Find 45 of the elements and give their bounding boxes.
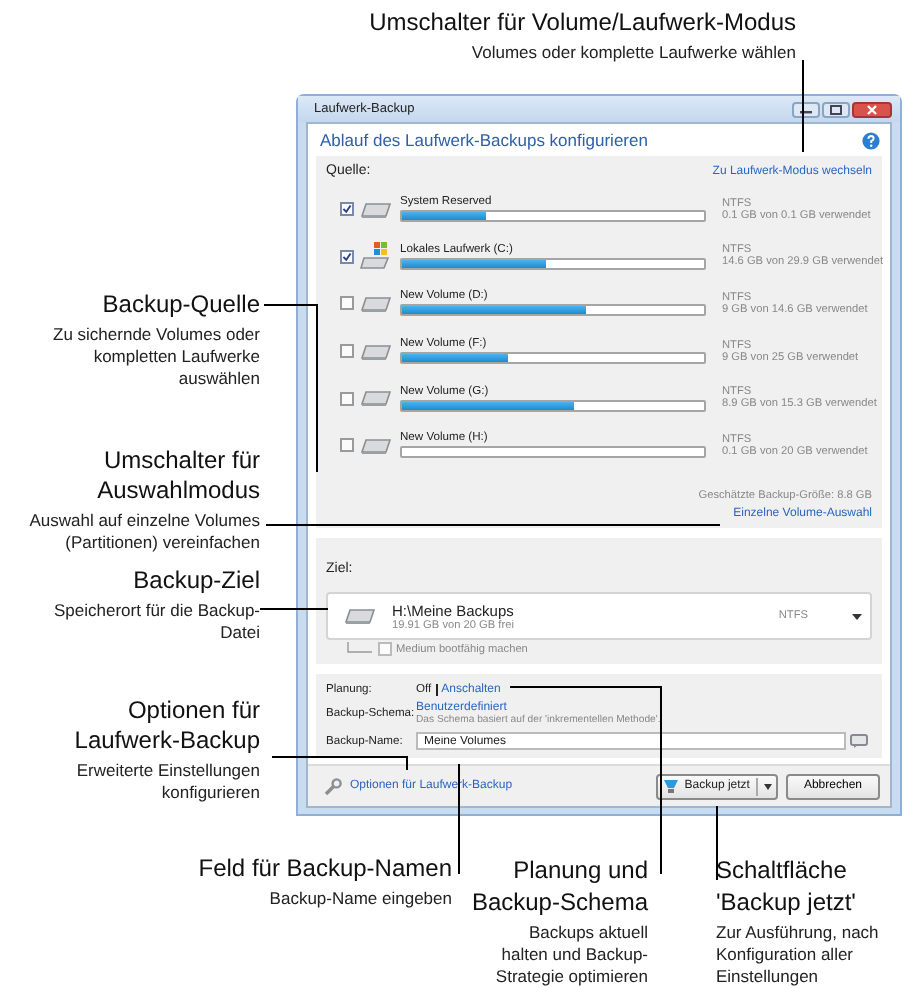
- caret-icon[interactable]: [763, 783, 772, 789]
- drive-icon: [360, 341, 392, 362]
- volume-checkbox[interactable]: [340, 249, 354, 264]
- drive-icon: [360, 199, 392, 220]
- callout-description: Zu sichernde Volumes oder kompletten Laufwerke auswählen: [51, 324, 260, 390]
- leader-line: [259, 608, 329, 610]
- callout-title: Backup-Ziel: [131, 566, 260, 596]
- drive-icon: [344, 606, 376, 626]
- callout-title: Planung und Backup-Schema: [469, 854, 648, 918]
- help-icon[interactable]: [862, 131, 880, 149]
- callout-description: Backup-Name eingeben: [267, 888, 452, 910]
- callout-title: Umschalter für Volume/Laufwerk-Modus: [369, 8, 796, 38]
- callout-description: Backups aktuell halten und Backup-Strategie optimieren: [493, 922, 648, 988]
- comment-icon[interactable]: [850, 734, 868, 748]
- leader-line: [802, 59, 804, 153]
- drive-icon: [360, 388, 392, 409]
- volume-checkbox[interactable]: [340, 438, 354, 453]
- drive-icon: [360, 435, 392, 456]
- volume-checkbox[interactable]: [340, 202, 354, 217]
- close-icon[interactable]: [852, 101, 892, 117]
- leader-line: [458, 763, 460, 875]
- volume-checkbox[interactable]: [340, 391, 354, 406]
- system-drive-icon: [360, 240, 392, 273]
- callout-description: Zur Ausführung, nach Konfiguration aller Einstellungen: [716, 922, 881, 988]
- callout-title: Schaltfläche 'Backup jetzt': [716, 854, 858, 918]
- backup-icon: [662, 778, 681, 794]
- callout-title: Feld für Backup-Namen: [196, 854, 452, 884]
- volume-checkbox[interactable]: [340, 344, 354, 359]
- bootable-checkbox[interactable]: [378, 642, 392, 656]
- callout-description: Speicherort für die Backup-Datei: [52, 600, 260, 644]
- leader-line: [716, 805, 718, 881]
- leader-line: [271, 756, 408, 771]
- dialog-heading: Ablauf des Laufwerk-Backups konfigurieren: [320, 130, 648, 150]
- callout-title: Backup-Quelle: [100, 290, 260, 320]
- volume-checkbox[interactable]: [340, 296, 354, 311]
- callout-description: Erweiterte Einstellungen konfigurieren: [74, 760, 260, 804]
- connector-line-icon: [346, 642, 374, 656]
- caret-icon: [852, 613, 862, 619]
- minimize-icon[interactable]: [792, 101, 820, 117]
- maximize-icon[interactable]: [822, 101, 850, 117]
- callout-title: Optionen für Laufwerk-Backup: [72, 696, 260, 756]
- drive-icon: [360, 293, 392, 314]
- callout-description: Volumes oder komplette Laufwerke wählen: [469, 42, 796, 64]
- callout-title: Umschalter für Auswahlmodus: [95, 446, 260, 506]
- callout-description: Auswahl auf einzelne Volumes (Partitionen) vereinfachen: [27, 510, 260, 554]
